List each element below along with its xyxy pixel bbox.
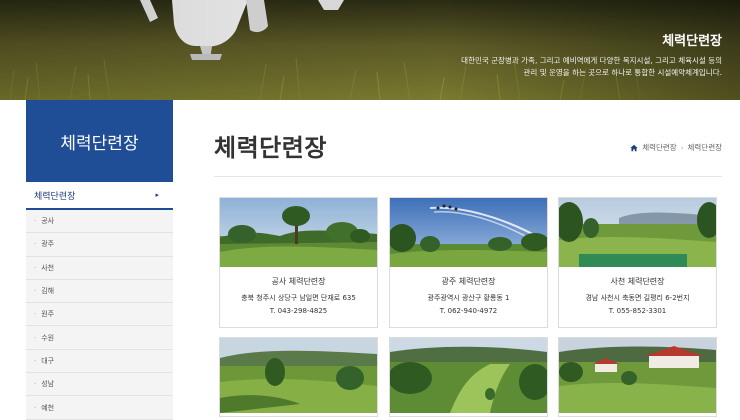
facility-card[interactable]: 공사 체력단련장 충북 청주시 상당구 남일면 단재로 635 T. 043-2… [219,197,378,328]
facility-photo [559,338,716,413]
bullet-icon: · [34,310,37,319]
facility-photo [390,198,547,267]
sidebar-sub-item-label: 김해 [41,287,55,296]
facility-phone: T. 043-298-4825 [269,307,328,315]
hero-text: 체력단련장 대한민국 군장병과 가족, 그리고 예비역에게 다양한 복지시설, … [461,30,722,79]
sidebar-sub-item[interactable]: · 사천 [26,256,173,280]
title-divider [214,176,722,177]
sidebar-item-active-label: 체력단련장 [34,191,76,202]
facility-address: 충북 청주시 상당구 남일면 단재로 635 [241,294,356,302]
chevron-right-icon: › [680,143,684,152]
sidebar-sub-item[interactable]: · 김해 [26,279,173,304]
card-body: 공사 체력단련장 충북 청주시 상당구 남일면 단재로 635 T. 043-2… [220,267,377,315]
facility-phone: T. 062-940-4972 [439,307,498,315]
hero-desc-line1: 대한민국 군장병과 가족, 그리고 예비역에게 다양한 복지시설, 그리고 체육… [461,56,722,65]
sidebar: 체력단련장 체력단련장 ▸ · 공사 · 광주 · 사천 · 김해 · 원주 · 수원 · 대… [26,100,173,420]
card-body: 광주 체력단련장 광주광역시 광산구 황룡동 1 T. 062-940-4972 [390,267,547,315]
bullet-icon: · [34,356,37,365]
home-icon[interactable] [630,144,638,152]
sidebar-sub-item-label: 대구 [41,356,55,365]
facility-photo [220,338,377,413]
facility-card[interactable] [558,337,717,417]
breadcrumb: 체력단련장 › 체력단련장 [630,142,722,153]
sidebar-sub-item[interactable]: · 성남 [26,373,173,397]
sidebar-sub-item[interactable]: · 예천 [26,396,173,420]
sidebar-sub-item[interactable]: · 수원 [26,326,173,350]
sidebar-sub-item-label: 수원 [41,333,55,342]
hero-banner: 체력단련장 대한민국 군장병과 가족, 그리고 예비역에게 다양한 복지시설, … [0,0,740,100]
facility-card[interactable]: 광주 체력단련장 광주광역시 광산구 황룡동 1 T. 062-940-4972 [389,197,548,328]
hero-desc-line2: 관리 및 운영을 하는 곳으로 하나로 통합한 시설예약체계입니다. [523,68,722,77]
sidebar-sub-item[interactable]: · 공사 [26,210,173,234]
sidebar-sub-item[interactable]: · 원주 [26,303,173,327]
chevron-right-icon: ▸ [155,191,159,199]
bullet-icon: · [34,333,37,342]
breadcrumb-item-current: 체력단련장 [687,143,723,152]
facility-name[interactable]: 공사 체력단련장 [220,276,377,287]
sidebar-sub-item-label: 공사 [41,217,55,226]
bullet-icon: · [34,240,37,249]
card-body: 사천 체력단련장 경남 사천시 축동면 길평리 6-2번지 T. 055-852… [559,267,716,315]
facility-photo [390,338,547,413]
hero-title: 체력단련장 [662,34,722,49]
sidebar-sub-item-label: 원주 [41,310,55,319]
bullet-icon: · [34,380,37,389]
facility-card[interactable]: 사천 체력단련장 경남 사천시 축동면 길평리 6-2번지 T. 055-852… [558,197,717,328]
facility-phone: T. 055-852-3301 [608,307,667,315]
page-title: 체력단련장 [214,134,327,162]
bullet-icon: · [34,217,37,226]
sidebar-item-active[interactable]: 체력단련장 ▸ [26,182,173,210]
sidebar-sub-item-label: 예천 [41,403,55,412]
sidebar-sub-item[interactable]: · 대구 [26,349,173,374]
facility-address: 광주광역시 광산구 황룡동 1 [427,294,510,302]
facility-photo [220,198,377,267]
facility-photo [559,198,716,267]
facility-name[interactable]: 광주 체력단련장 [390,276,547,287]
sidebar-heading: 체력단련장 [26,100,173,182]
bullet-icon: · [34,287,37,296]
sidebar-sub-item-label: 사천 [41,263,55,272]
sidebar-sub-item-label: 광주 [41,240,55,249]
facility-card[interactable] [389,337,548,417]
breadcrumb-item[interactable]: 체력단련장 [642,142,677,153]
bullet-icon: · [34,263,37,272]
sidebar-sub-item[interactable]: · 광주 [26,233,173,257]
sidebar-sub-item-label: 성남 [41,380,55,389]
facility-address: 경남 사천시 축동면 길평리 6-2번지 [585,294,690,302]
facility-name[interactable]: 사천 체력단련장 [559,276,716,287]
bullet-icon: · [34,403,37,412]
facility-card[interactable] [219,337,378,417]
